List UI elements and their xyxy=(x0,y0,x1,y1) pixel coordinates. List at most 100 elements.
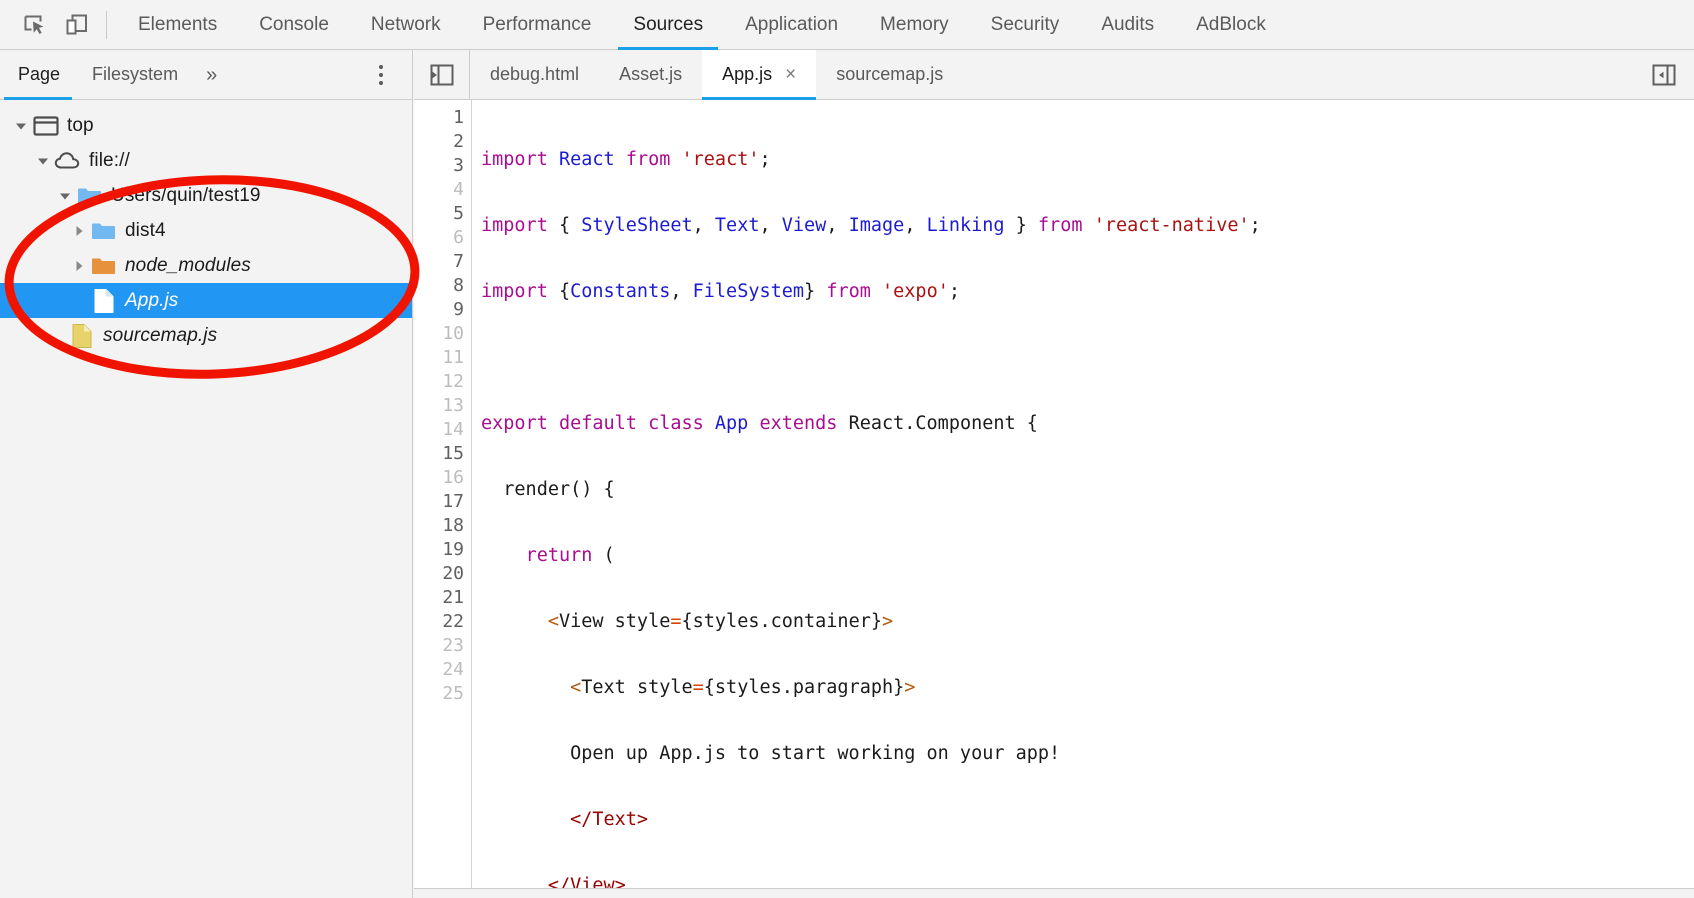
folder-orange-icon xyxy=(90,256,118,276)
line-number: 5 xyxy=(414,202,471,226)
close-icon[interactable]: × xyxy=(785,65,796,84)
file-tree: top file:// xyxy=(0,100,412,353)
code-line-11: </Text> xyxy=(481,808,1694,832)
panel-tab-audits[interactable]: Audits xyxy=(1080,0,1175,49)
file-tab-debug-html[interactable]: debug.html xyxy=(470,50,599,99)
tree-item-node-modules[interactable]: node_modules xyxy=(0,248,412,283)
device-toolbar-icon[interactable] xyxy=(56,5,98,45)
line-number: 15 xyxy=(414,442,471,466)
code-line-8: <View style={styles.container}> xyxy=(481,610,1694,634)
devtools-tool-icons xyxy=(0,0,117,49)
code-line-1: import React from 'react'; xyxy=(481,148,1694,172)
line-number: 18 xyxy=(414,514,471,538)
tree-item-label: Users/quin/test19 xyxy=(111,185,261,207)
inspect-element-icon[interactable] xyxy=(14,5,56,45)
line-number: 22 xyxy=(414,610,471,634)
line-number: 21 xyxy=(414,586,471,610)
editor-pane: debug.html Asset.js App.js × sourcemap.j… xyxy=(414,50,1694,898)
navigator-tab-label: Page xyxy=(18,64,60,85)
line-number: 1 xyxy=(414,106,471,130)
panel-tab-label: Network xyxy=(371,14,441,36)
panel-tab-label: Console xyxy=(259,14,329,36)
line-number: 3 xyxy=(414,154,471,178)
line-number: 9 xyxy=(414,298,471,322)
show-navigator-icon[interactable] xyxy=(1634,50,1694,99)
panel-tab-application[interactable]: Application xyxy=(724,0,859,49)
code-line-4 xyxy=(481,346,1694,370)
kebab-dot xyxy=(379,81,383,85)
tree-item-label: dist4 xyxy=(125,220,166,242)
tree-item-file-scheme[interactable]: file:// xyxy=(0,143,412,178)
chevron-right-icon[interactable] xyxy=(68,259,90,273)
kebab-dot xyxy=(379,65,383,69)
panel-tab-memory[interactable]: Memory xyxy=(859,0,970,49)
panel-tab-label: AdBlock xyxy=(1196,14,1266,36)
code-line-6: render() { xyxy=(481,478,1694,502)
line-number: 6 xyxy=(414,226,471,250)
toolbar-divider xyxy=(106,11,107,39)
line-number: 13 xyxy=(414,394,471,418)
file-tab-asset-js[interactable]: Asset.js xyxy=(599,50,702,99)
line-number: 11 xyxy=(414,346,471,370)
code-line-12: </View> xyxy=(481,874,1694,888)
file-tab-label: App.js xyxy=(722,64,772,85)
panel-tab-network[interactable]: Network xyxy=(350,0,462,49)
navigator-more-tabs-icon[interactable]: » xyxy=(194,65,229,85)
line-number: 24 xyxy=(414,658,471,682)
code-content[interactable]: import React from 'react'; import { Styl… xyxy=(472,100,1694,888)
line-number: 25 xyxy=(414,682,471,706)
editor-status-bar xyxy=(414,888,1694,898)
tree-item-label: sourcemap.js xyxy=(103,325,217,347)
panel-tab-sources[interactable]: Sources xyxy=(612,0,724,49)
tree-item-dist4[interactable]: dist4 xyxy=(0,213,412,248)
panel-tab-label: Memory xyxy=(880,14,949,36)
tree-item-users-quin-test19[interactable]: Users/quin/test19 xyxy=(0,178,412,213)
code-line-2: import { StyleSheet, Text, View, Image, … xyxy=(481,214,1694,238)
panel-tab-adblock[interactable]: AdBlock xyxy=(1175,0,1287,49)
file-map-icon xyxy=(68,323,96,349)
tree-item-sourcemap-js[interactable]: sourcemap.js xyxy=(0,318,412,353)
file-tab-app-js[interactable]: App.js × xyxy=(702,50,816,99)
chevron-right-icon[interactable] xyxy=(68,224,90,238)
devtools-window: Elements Console Network Performance Sou… xyxy=(0,0,1694,898)
editor-file-tabbar: debug.html Asset.js App.js × sourcemap.j… xyxy=(414,50,1694,100)
panel-tab-label: Elements xyxy=(138,14,217,36)
file-tab-label: Asset.js xyxy=(619,64,682,85)
navigator-pane: Page Filesystem » xyxy=(0,50,413,898)
code-line-3: import {Constants, FileSystem} from 'exp… xyxy=(481,280,1694,304)
tree-item-label: App.js xyxy=(125,290,178,312)
tree-item-top[interactable]: top xyxy=(0,108,412,143)
chevron-down-icon[interactable] xyxy=(54,189,76,203)
panel-tab-console[interactable]: Console xyxy=(238,0,350,49)
navigator-tab-filesystem[interactable]: Filesystem xyxy=(76,50,194,99)
panel-tab-label: Performance xyxy=(483,14,592,36)
panel-tab-label: Sources xyxy=(633,14,703,36)
source-code-view[interactable]: 1 2 3 4 5 6 7 8 9 10 11 12 13 14 15 16 1… xyxy=(414,100,1694,888)
file-js-icon xyxy=(90,288,118,314)
line-number: 23 xyxy=(414,634,471,658)
file-tab-sourcemap-js[interactable]: sourcemap.js xyxy=(816,50,963,99)
chevron-down-icon[interactable] xyxy=(10,119,32,133)
chevron-down-icon[interactable] xyxy=(32,154,54,168)
line-number: 2 xyxy=(414,130,471,154)
collapse-sidebar-icon[interactable] xyxy=(414,50,470,99)
navigator-tab-label: Filesystem xyxy=(92,64,178,85)
kebab-dot xyxy=(379,73,383,77)
folder-blue-icon xyxy=(90,221,118,241)
tree-item-app-js[interactable]: App.js xyxy=(0,283,412,318)
code-line-9: <Text style={styles.paragraph}> xyxy=(481,676,1694,700)
panel-tab-list: Elements Console Network Performance Sou… xyxy=(117,0,1287,49)
cloud-icon xyxy=(54,151,82,171)
line-number: 10 xyxy=(414,322,471,346)
navigator-tab-page[interactable]: Page xyxy=(0,50,76,99)
window-icon xyxy=(32,115,60,137)
code-line-5: export default class App extends React.C… xyxy=(481,412,1694,436)
panel-tab-elements[interactable]: Elements xyxy=(117,0,238,49)
line-number: 8 xyxy=(414,274,471,298)
kebab-menu-icon[interactable] xyxy=(370,61,392,89)
panel-tab-performance[interactable]: Performance xyxy=(462,0,613,49)
tree-item-label: node_modules xyxy=(125,255,251,277)
panel-tab-security[interactable]: Security xyxy=(970,0,1081,49)
line-number: 19 xyxy=(414,538,471,562)
line-number-gutter: 1 2 3 4 5 6 7 8 9 10 11 12 13 14 15 16 1… xyxy=(414,100,472,888)
